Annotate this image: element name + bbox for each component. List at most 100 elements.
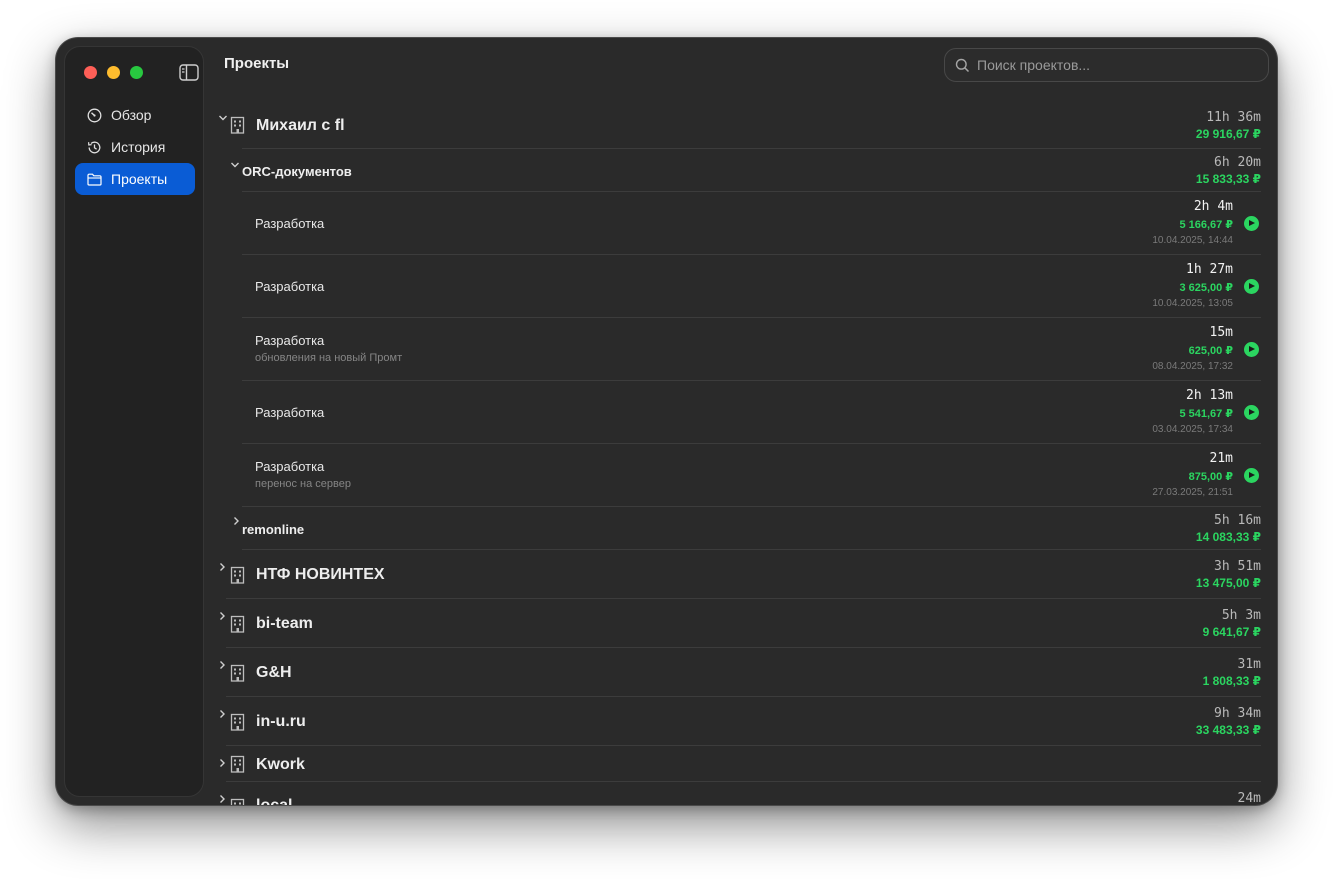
maximize-window-button[interactable] — [130, 66, 143, 79]
folder-icon — [86, 171, 102, 187]
chevron-down-icon[interactable] — [230, 160, 240, 170]
entry-amount: 875,00 ₽ — [1188, 471, 1233, 483]
history-icon — [86, 139, 102, 155]
time-entry-row[interactable]: Разработка 1h 27m 3 625,00 ₽ 10.04.2025,… — [242, 255, 1261, 318]
client-name: Kwork — [256, 756, 305, 773]
entry-duration: 2h 13m — [1186, 388, 1233, 403]
minimize-window-button[interactable] — [107, 66, 120, 79]
sidebar-item-label: Обзор — [111, 107, 152, 123]
project-row[interactable]: remonline 5h 16m 14 083,33 ₽ — [234, 507, 1261, 550]
building-icon — [230, 713, 245, 731]
entry-date: 10.04.2025, 14:44 — [1152, 235, 1233, 246]
client-row[interactable]: G&H 31m 1 808,33 ₽ — [220, 648, 1261, 697]
client-duration: 31m — [1237, 657, 1261, 672]
project-duration: 5h 16m — [1214, 513, 1261, 528]
sidebar-item-projects[interactable]: Проекты — [75, 163, 195, 195]
building-icon — [230, 566, 245, 584]
sidebar-item-label: Проекты — [111, 171, 168, 187]
client-row[interactable]: Михаил с fl 11h 36m 29 916,67 ₽ — [219, 110, 1261, 149]
client-amount: 13 475,00 ₽ — [1195, 576, 1261, 590]
entry-duration: 15m — [1209, 325, 1233, 340]
client-row[interactable]: Kwork — [220, 746, 1261, 782]
chevron-right-icon[interactable] — [231, 516, 241, 526]
chevron-right-icon[interactable] — [217, 562, 227, 572]
chevron-right-icon[interactable] — [217, 611, 227, 621]
building-icon — [230, 755, 245, 773]
entry-amount: 5 166,67 ₽ — [1179, 219, 1233, 231]
search-box[interactable] — [944, 48, 1269, 82]
sidebar-item-label: История — [111, 139, 166, 155]
entry-name: Разработка — [255, 459, 325, 474]
client-name: in-u.ru — [256, 713, 306, 730]
client-row[interactable]: local 24m — [220, 782, 1261, 805]
client-row[interactable]: bi-team 5h 3m 9 641,67 ₽ — [220, 599, 1261, 648]
chevron-right-icon[interactable] — [217, 709, 227, 719]
client-amount: 9 641,67 ₽ — [1202, 625, 1261, 639]
client-duration: 24m — [1237, 791, 1261, 805]
sidebar: Обзор История Проекты — [64, 46, 204, 797]
project-name: ORC-документов — [242, 164, 352, 179]
time-entry-row[interactable]: Разработка 2h 4m 5 166,67 ₽ 10.04.2025, … — [242, 192, 1261, 255]
sidebar-toggle-icon[interactable] — [179, 64, 199, 81]
entry-amount: 5 541,67 ₽ — [1179, 408, 1233, 420]
building-icon — [230, 664, 245, 682]
search-icon — [955, 58, 970, 72]
entry-name: Разработка — [255, 405, 325, 420]
entry-note: перенос на сервер — [255, 478, 351, 490]
page-title: Проекты — [224, 55, 290, 72]
client-row[interactable]: НТФ НОВИНТЕХ 3h 51m 13 475,00 ₽ — [220, 550, 1261, 599]
close-window-button[interactable] — [84, 66, 97, 79]
entry-amount: 625,00 ₽ — [1188, 345, 1233, 357]
entry-note: обновления на новый Промт — [255, 352, 403, 364]
sidebar-item-overview[interactable]: Обзор — [75, 99, 195, 131]
project-name: remonline — [242, 522, 305, 537]
client-name: G&H — [256, 664, 292, 681]
entry-duration: 1h 27m — [1186, 262, 1233, 277]
play-icon[interactable] — [1244, 216, 1259, 231]
client-amount: 29 916,67 ₽ — [1195, 127, 1261, 141]
project-amount: 15 833,33 ₽ — [1195, 172, 1261, 186]
time-entry-row[interactable]: Разработка обновления на новый Промт 15m… — [242, 318, 1261, 381]
time-entry-row[interactable]: Разработка 2h 13m 5 541,67 ₽ 03.04.2025,… — [242, 381, 1261, 444]
chevron-right-icon[interactable] — [217, 758, 227, 768]
chevron-right-icon[interactable] — [217, 794, 227, 804]
client-amount: 1 808,33 ₽ — [1202, 674, 1261, 688]
entry-duration: 21m — [1209, 451, 1233, 466]
entry-date: 10.04.2025, 13:05 — [1152, 298, 1233, 309]
client-row[interactable]: in-u.ru 9h 34m 33 483,33 ₽ — [220, 697, 1261, 746]
play-icon[interactable] — [1244, 342, 1259, 357]
client-duration: 9h 34m — [1214, 706, 1261, 721]
client-name: bi-team — [256, 615, 313, 632]
building-icon — [230, 615, 245, 633]
client-name: Михаил с fl — [256, 117, 345, 134]
building-icon — [230, 798, 245, 805]
play-icon[interactable] — [1244, 468, 1259, 483]
sidebar-item-history[interactable]: История — [75, 131, 195, 163]
entry-date: 03.04.2025, 17:34 — [1152, 424, 1233, 435]
client-duration: 5h 3m — [1221, 608, 1261, 623]
client-duration: 3h 51m — [1214, 559, 1261, 574]
play-icon[interactable] — [1244, 279, 1259, 294]
client-name: local — [256, 797, 292, 805]
entry-name: Разработка — [255, 333, 325, 348]
entry-date: 08.04.2025, 17:32 — [1152, 361, 1233, 372]
entry-duration: 2h 4m — [1193, 199, 1233, 214]
project-row[interactable]: ORC-документов 6h 20m 15 833,33 ₽ — [231, 152, 1261, 192]
entry-name: Разработка — [255, 279, 325, 294]
project-duration: 6h 20m — [1214, 155, 1261, 170]
chevron-down-icon[interactable] — [218, 113, 228, 123]
time-entry-row[interactable]: Разработка перенос на сервер 21m 875,00 … — [242, 444, 1261, 507]
client-duration: 11h 36m — [1206, 110, 1261, 125]
gauge-icon — [86, 107, 102, 123]
project-amount: 14 083,33 ₽ — [1195, 530, 1261, 544]
search-input[interactable] — [977, 57, 1247, 73]
entry-date: 27.03.2025, 21:51 — [1152, 487, 1233, 498]
building-icon — [230, 116, 245, 134]
client-name: НТФ НОВИНТЕХ — [256, 566, 385, 583]
client-amount: 33 483,33 ₽ — [1195, 723, 1261, 737]
app-window: Обзор История Проекты Проекты Михаил с f… — [56, 38, 1277, 805]
chevron-right-icon[interactable] — [217, 660, 227, 670]
play-icon[interactable] — [1244, 405, 1259, 420]
entry-name: Разработка — [255, 216, 325, 231]
entry-amount: 3 625,00 ₽ — [1179, 282, 1233, 294]
